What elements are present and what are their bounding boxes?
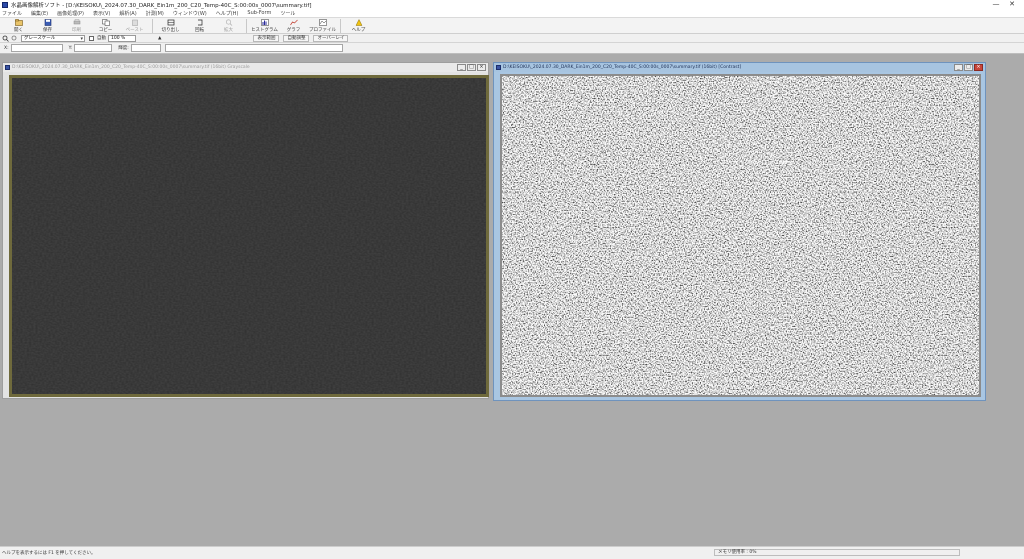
main-toolbar: 開く 保存 印刷 コピー ペースト 切り出し 回転 拡大 ヒストグラム グラフ …: [0, 17, 1024, 34]
image-window-raw-title: D:\KEISOKU\_2024.07.30_DARK_Ein1m_200_C2…: [12, 65, 250, 70]
dark-noise-image: [12, 78, 486, 394]
zoom-icon: [225, 19, 232, 26]
menu-window[interactable]: ウィンドウ(W): [173, 10, 207, 17]
minimize-button[interactable]: _: [954, 64, 963, 71]
print-button[interactable]: 印刷: [62, 18, 91, 34]
contrast-noise-image: [502, 76, 979, 395]
profile-icon: [318, 19, 327, 26]
menu-bar: ファイル 編集(E) 画像処理(P) 表示(V) 解析(A) 計測(M) ウィン…: [0, 9, 1024, 17]
display-range-button[interactable]: 表示範囲: [253, 34, 280, 42]
image-window-contrast-title: D:\KEISOKU\_2024.07.30_DARK_Ein1m_200_C2…: [503, 65, 742, 70]
toolbar-separator: [340, 19, 341, 33]
toolbar-separator: [246, 19, 247, 33]
window-title: 水晶画像解析ソフト - [D:\KEISOKU\_2024.07.30_DARK…: [11, 2, 312, 9]
auto-adjust-button[interactable]: 自動調整: [283, 34, 310, 42]
y-label: Y:: [68, 45, 73, 51]
close-button[interactable]: ×: [477, 64, 486, 71]
auto-checkbox-label: 自動: [97, 36, 106, 41]
menu-subform[interactable]: Sub-Form: [247, 10, 271, 16]
maximize-button[interactable]: □: [964, 64, 973, 71]
auto-checkbox[interactable]: [89, 35, 94, 41]
menu-process[interactable]: 画像処理(P): [57, 10, 84, 17]
paste-icon: [131, 19, 138, 26]
status-bar: ヘルプを表示するには F1 を押してください。 メモリ使用率 : 0%: [0, 546, 1024, 559]
caret-up-icon[interactable]: ▲: [158, 36, 161, 41]
crop-button[interactable]: 切り出し: [156, 18, 185, 34]
graph-icon: [289, 19, 298, 26]
image-window-contrast-titlebar[interactable]: D:\KEISOKU\_2024.07.30_DARK_Ein1m_200_C2…: [494, 63, 985, 72]
menu-analyze[interactable]: 解析(A): [119, 10, 136, 17]
overlay-button[interactable]: オーバーレイ: [313, 34, 349, 42]
zoom-select[interactable]: 100 %: [108, 34, 136, 42]
x-value-field: [10, 44, 63, 52]
image-window-raw[interactable]: D:\KEISOKU\_2024.07.30_DARK_Ein1m_200_C2…: [2, 62, 489, 399]
menu-file[interactable]: ファイル: [2, 10, 22, 17]
minimize-button[interactable]: _: [457, 64, 466, 71]
image-window-contrast[interactable]: D:\KEISOKU\_2024.07.30_DARK_Ein1m_200_C2…: [493, 62, 986, 401]
status-memory-text: メモリ使用率 : 0%: [714, 549, 960, 556]
image-file-icon: [496, 65, 501, 70]
image-file-icon: [5, 65, 10, 70]
maximize-button[interactable]: □: [467, 64, 476, 71]
help-icon: [355, 19, 362, 26]
histogram-button[interactable]: ヒストグラム: [250, 18, 279, 34]
copy-button[interactable]: コピー: [91, 18, 120, 34]
profile-button[interactable]: プロファイル: [308, 18, 337, 34]
rotate-icon: [197, 19, 202, 26]
open-button[interactable]: 開く: [4, 18, 33, 34]
zoom-out-icon[interactable]: [11, 35, 18, 42]
intensity-label: 輝度:: [118, 46, 129, 51]
zoom-button[interactable]: 拡大: [214, 18, 243, 34]
copy-icon: [101, 19, 110, 26]
close-button[interactable]: ×: [974, 64, 983, 71]
close-button[interactable]: ✕: [1004, 0, 1020, 9]
histogram-icon: [260, 19, 269, 26]
magnifier-icon[interactable]: [2, 35, 9, 42]
save-button[interactable]: 保存: [33, 18, 62, 34]
minimize-button[interactable]: —: [988, 0, 1004, 9]
rotate-button[interactable]: 回転: [185, 18, 214, 34]
save-icon: [44, 19, 51, 26]
menu-help[interactable]: ヘルプ(H): [216, 10, 239, 17]
image-canvas-dark[interactable]: [9, 75, 489, 397]
image-window-raw-titlebar[interactable]: D:\KEISOKU\_2024.07.30_DARK_Ein1m_200_C2…: [3, 63, 488, 72]
menu-tools[interactable]: ツール: [280, 10, 295, 17]
crop-icon: [167, 19, 174, 26]
x-label: X:: [4, 45, 9, 51]
graph-button[interactable]: グラフ: [279, 18, 308, 34]
print-icon: [73, 19, 80, 25]
status-help-text: ヘルプを表示するには F1 を押してください。: [2, 551, 96, 556]
menu-measure[interactable]: 計測(M): [146, 10, 164, 17]
color-mode-select[interactable]: グレースケール ▾: [21, 34, 85, 42]
intensity-value-field: [130, 44, 161, 52]
image-canvas-contrast[interactable]: [500, 74, 981, 397]
menu-edit[interactable]: 編集(E): [31, 10, 48, 17]
info-toolbar: X: Y: 輝度:: [0, 43, 1024, 54]
title-bar: 水晶画像解析ソフト - [D:\KEISOKU\_2024.07.30_DARK…: [0, 0, 1024, 9]
open-file-icon: [14, 19, 23, 26]
app-icon: [2, 1, 8, 8]
help-button[interactable]: ヘルプ: [344, 18, 373, 34]
info-extra-field: [164, 44, 343, 52]
chevron-down-icon: ▾: [80, 35, 83, 42]
y-value-field: [74, 44, 113, 52]
paste-button[interactable]: ペースト: [120, 18, 149, 34]
toolbar-separator: [152, 19, 153, 33]
menu-view[interactable]: 表示(V): [93, 10, 110, 17]
display-toolbar: グレースケール ▾ 自動 100 % ▲ 表示範囲 自動調整 オーバーレイ: [0, 34, 1024, 43]
